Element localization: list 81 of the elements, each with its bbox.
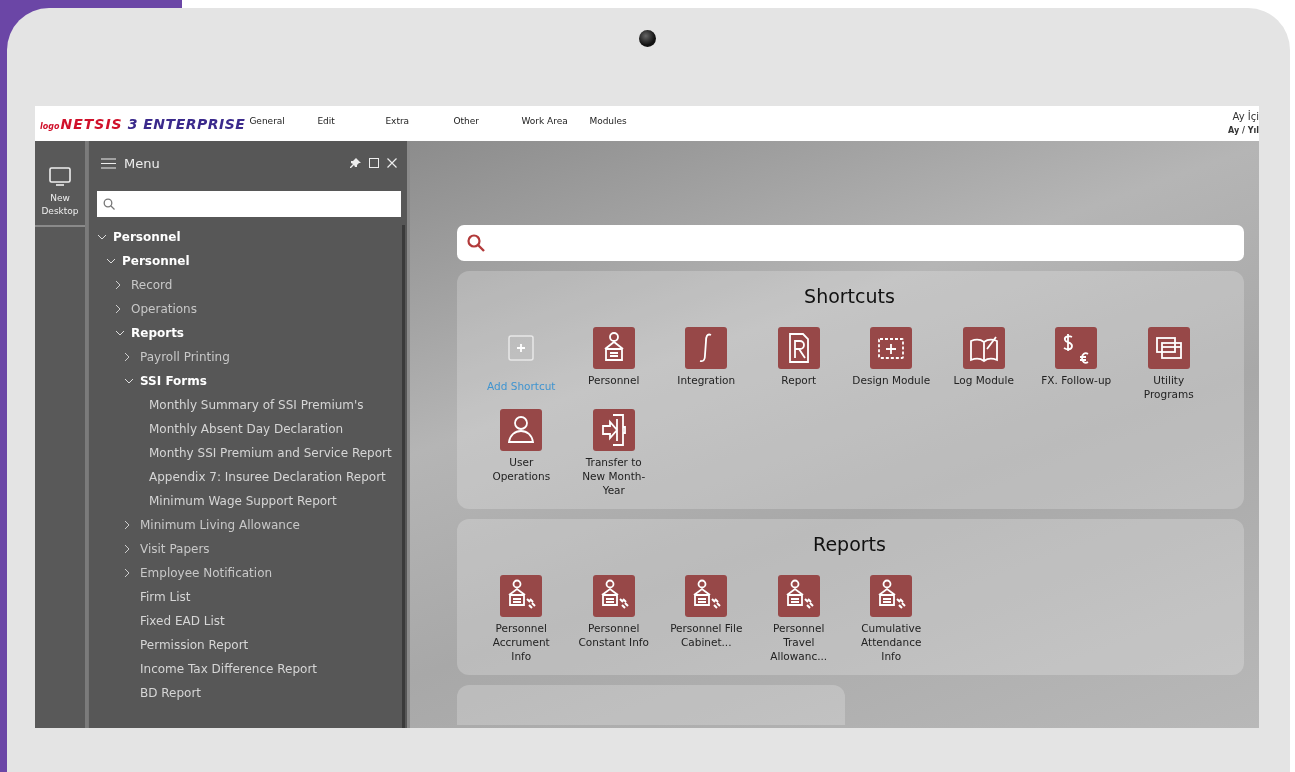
tree-item[interactable]: Personnel (89, 249, 402, 273)
monitor-icon (49, 167, 71, 186)
close-icon[interactable] (387, 158, 397, 168)
menu-item[interactable]: Work Area (521, 116, 590, 126)
shortcut-tile[interactable]: Personnel Accrument Info (475, 575, 568, 663)
menu-item[interactable]: General (249, 116, 318, 126)
shortcut-tile[interactable]: Personnel Travel Allowanc... (752, 575, 845, 663)
tree-item[interactable]: Appendix 7: Insuree Declaration Report (89, 465, 402, 489)
new-desktop-button[interactable]: New Desktop (35, 141, 85, 227)
shortcut-tile[interactable]: Personnel Constant Info (567, 575, 660, 663)
module-icon (962, 327, 1005, 369)
shortcut-tile[interactable]: Report (752, 327, 845, 401)
shortcut-tile[interactable]: Transfer to New Month-Year (567, 409, 660, 497)
chevron-right-icon (115, 280, 121, 290)
shortcut-tile[interactable]: Personnel (567, 327, 660, 401)
panel-title: Menu (124, 155, 161, 171)
camera-lens (639, 30, 656, 47)
tree-item[interactable]: Income Tax Difference Report (89, 657, 402, 681)
shortcut-tile[interactable]: Personnel File Cabinet... (660, 575, 753, 663)
tree-item[interactable]: Monthly Summary of SSI Premium's (89, 393, 402, 417)
menu-search-field[interactable] (97, 191, 401, 217)
tree-item[interactable]: SSI Forms (89, 369, 402, 393)
tree-item[interactable]: Operations (89, 297, 402, 321)
shortcut-tile[interactable]: FX. Follow-up (1030, 327, 1123, 401)
module-icon (500, 409, 543, 451)
tree-item[interactable]: Payroll Printing (89, 345, 402, 369)
chevron-right-icon (124, 568, 130, 578)
section-title: Reports (812, 533, 887, 555)
tree-item[interactable]: Fixed EAD List (89, 609, 402, 633)
report-icon (870, 575, 913, 617)
shortcut-tile[interactable]: Utility Programs (1122, 327, 1215, 401)
report-icon (777, 575, 820, 617)
menu-item[interactable]: Extra (385, 116, 454, 126)
search-icon (103, 198, 115, 210)
shortcut-tile[interactable]: Design Module (845, 327, 938, 401)
tree-item[interactable]: Permission Report (89, 633, 402, 657)
tree-item[interactable]: Personnel (89, 225, 402, 249)
chevron-right-icon (115, 304, 121, 314)
tree-item[interactable]: Record (89, 273, 402, 297)
maximize-icon[interactable] (369, 158, 379, 168)
chevron-down-icon (106, 258, 116, 264)
module-icon (592, 327, 635, 369)
pin-icon[interactable] (350, 157, 361, 169)
chevron-right-icon (124, 544, 130, 554)
app-logo: logo NETSIS 3 ENTERPRISE (39, 115, 246, 132)
tree-item[interactable]: Reports (89, 321, 402, 345)
module-icon (685, 327, 728, 369)
tree-item[interactable]: Employee Notification (89, 561, 402, 585)
chevron-right-icon (124, 352, 130, 362)
report-icon (500, 575, 543, 617)
shortcut-tile[interactable]: Log Module (937, 327, 1030, 401)
module-icon (592, 409, 635, 451)
shortcut-tile[interactable]: User Operations (475, 409, 568, 497)
tree-item[interactable]: Firm List (89, 585, 402, 609)
module-icon (777, 327, 820, 369)
menu-item[interactable]: Edit (317, 116, 386, 126)
menu-icon[interactable] (101, 157, 116, 169)
tree-item[interactable]: Monthy SSI Premium and Service Report (89, 441, 402, 465)
shortcut-tile[interactable]: Integration (660, 327, 753, 401)
chevron-down-icon (115, 330, 125, 336)
chevron-right-icon (124, 520, 130, 530)
report-icon (592, 575, 635, 617)
tree-item[interactable]: BD Report (89, 681, 402, 705)
chevron-down-icon (124, 378, 134, 384)
module-icon (1147, 327, 1190, 369)
period-label: Ay İçi (1232, 109, 1259, 124)
menu-item[interactable]: Other (453, 116, 522, 126)
chevron-down-icon (97, 234, 107, 240)
menu-item[interactable]: Modules (589, 116, 658, 126)
tree-item[interactable]: Minimum Wage Support Report (89, 489, 402, 513)
tree-item[interactable]: Minimum Living Allowance (89, 513, 402, 537)
report-icon (685, 575, 728, 617)
search-field[interactable] (457, 225, 1244, 261)
module-icon (1055, 327, 1098, 369)
section-title: Shortcuts (803, 285, 896, 307)
tree-item[interactable]: Monthly Absent Day Declaration (89, 417, 402, 441)
tree-item[interactable]: Visit Papers (89, 537, 402, 561)
module-icon (870, 327, 913, 369)
search-icon (467, 234, 485, 252)
shortcut-tile[interactable]: Cumulative Attendance Info (845, 575, 938, 663)
period-sublabel: Ay / Yıl (1228, 124, 1259, 137)
